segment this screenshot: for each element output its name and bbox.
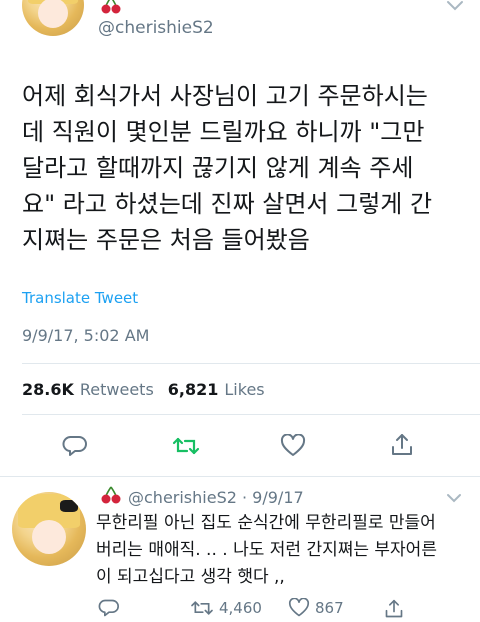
reply-share-button[interactable] xyxy=(384,598,404,620)
divider xyxy=(22,363,480,364)
reply-separator: · xyxy=(236,488,253,507)
retweets-count: 28.6K xyxy=(22,380,74,399)
heart-icon[interactable] xyxy=(280,434,306,458)
divider xyxy=(0,476,480,477)
reply-author-avatar[interactable] xyxy=(12,492,86,566)
tweet-stats: 28.6K Retweets 6,821 Likes xyxy=(22,380,275,399)
cherry-icon xyxy=(101,486,121,504)
chevron-down-icon[interactable] xyxy=(446,0,464,12)
reply-handle[interactable]: @cherishieS2 xyxy=(128,488,237,507)
retweet-icon xyxy=(191,601,213,615)
reply-reply-button[interactable] xyxy=(98,598,120,618)
avatar-face xyxy=(32,520,66,554)
cherry-icon xyxy=(101,0,121,14)
reply-header: @cherishieS2 · 9/9/17 xyxy=(128,488,304,507)
reply-icon[interactable] xyxy=(62,434,88,458)
reply-like-button[interactable]: 867 xyxy=(288,598,344,618)
retweets-stat[interactable]: 28.6K Retweets xyxy=(22,380,154,399)
author-avatar[interactable] xyxy=(22,0,84,36)
translate-tweet-link[interactable]: Translate Tweet xyxy=(22,289,138,307)
avatar-bow xyxy=(60,500,78,512)
heart-icon xyxy=(288,598,310,617)
retweet-icon[interactable] xyxy=(172,434,200,458)
tweet-timestamp[interactable]: 9/9/17, 5:02 AM xyxy=(22,326,149,345)
share-icon[interactable] xyxy=(390,432,414,458)
reply-text: 무한리필 아닌 집도 순식간에 무한리필로 만들어 버리는 매애직. .. . … xyxy=(96,513,437,587)
reply-retweet-count: 4,460 xyxy=(219,599,262,617)
likes-count: 6,821 xyxy=(167,380,219,399)
share-icon xyxy=(385,599,403,618)
reply-retweet-button[interactable]: 4,460 xyxy=(190,598,262,618)
reply-date[interactable]: 9/9/17 xyxy=(252,488,304,507)
retweets-label: Retweets xyxy=(79,380,154,399)
author-handle[interactable]: @cherishieS2 xyxy=(98,18,214,38)
avatar-face xyxy=(38,0,68,28)
reply-icon xyxy=(98,599,119,617)
likes-stat[interactable]: 6,821 Likes xyxy=(168,380,265,399)
divider xyxy=(22,414,480,415)
reply-like-count: 867 xyxy=(315,599,344,617)
tweet-text: 어제 회식가서 사장님이 고기 주문하시는 데 직원이 몇인분 드릴까요 하니까… xyxy=(22,82,433,254)
chevron-down-icon[interactable] xyxy=(446,493,462,504)
likes-label: Likes xyxy=(224,380,265,399)
